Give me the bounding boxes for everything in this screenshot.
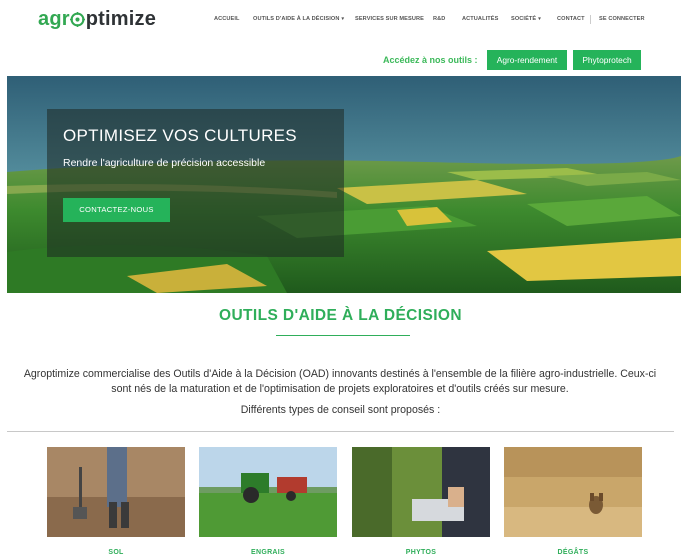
card-label-sol[interactable]: SOL	[47, 549, 185, 556]
nav-separator	[590, 15, 591, 24]
nav-item-accueil[interactable]: ACCUEIL	[214, 16, 240, 22]
section-divider	[7, 431, 674, 432]
nav-item-outils[interactable]: OUTILS D'AIDE À LA DÉCISION ▾	[253, 16, 344, 22]
nav-item-contact[interactable]: CONTACT	[557, 16, 585, 22]
intro-paragraph: Agroptimize commercialise des Outils d'A…	[23, 368, 657, 395]
chevron-down-icon: ▾	[538, 16, 541, 22]
phytoprotech-button[interactable]: Phytoprotech	[573, 50, 641, 70]
hero-subtitle: Rendre l'agriculture de précision access…	[63, 157, 266, 169]
contact-us-button[interactable]: CONTACTEZ-NOUS	[63, 198, 170, 222]
hero-overlay-box: OPTIMISEZ VOS CULTURES Rendre l'agricult…	[47, 109, 344, 257]
card-image-sol[interactable]	[47, 447, 185, 537]
hero-banner: OPTIMISEZ VOS CULTURES Rendre l'agricult…	[7, 76, 681, 293]
nav-item-se-connecter[interactable]: SE CONNECTER	[599, 16, 645, 22]
card-label-engrais[interactable]: ENGRAIS	[199, 549, 337, 556]
section-title: OUTILS D'AIDE À LA DÉCISION	[219, 307, 462, 324]
intro-subparagraph: Différents types de conseil sont proposé…	[240, 404, 441, 416]
card-image-engrais[interactable]	[199, 447, 337, 537]
nav-item-services[interactable]: SERVICES SUR MESURE	[355, 16, 424, 22]
nav-item-actualites[interactable]: ACTUALITÉS	[462, 16, 498, 22]
title-underline	[276, 335, 410, 336]
card-label-degats[interactable]: DÉGÂTS	[504, 549, 642, 556]
hero-title: OPTIMISEZ VOS CULTURES	[63, 126, 297, 145]
card-image-degats[interactable]	[504, 447, 642, 537]
nav-item-rd[interactable]: R&D	[433, 16, 445, 22]
agro-rendement-button[interactable]: Agro-rendement	[487, 50, 567, 70]
tools-bar: Accédez à nos outils : Agro-rendement Ph…	[0, 46, 681, 76]
card-image-phytos[interactable]	[352, 447, 490, 537]
nav-item-societe[interactable]: SOCIÉTÉ ▾	[511, 16, 541, 22]
tools-label: Accédez à nos outils :	[383, 55, 478, 65]
main-nav: ACCUEIL OUTILS D'AIDE À LA DÉCISION ▾ SER…	[0, 15, 681, 28]
chevron-down-icon: ▾	[341, 16, 345, 22]
site-header: agr ptimize ACCUEIL OUTILS D'AIDE À LA D…	[0, 0, 681, 46]
card-label-phytos[interactable]: PHYTOS	[352, 549, 490, 556]
